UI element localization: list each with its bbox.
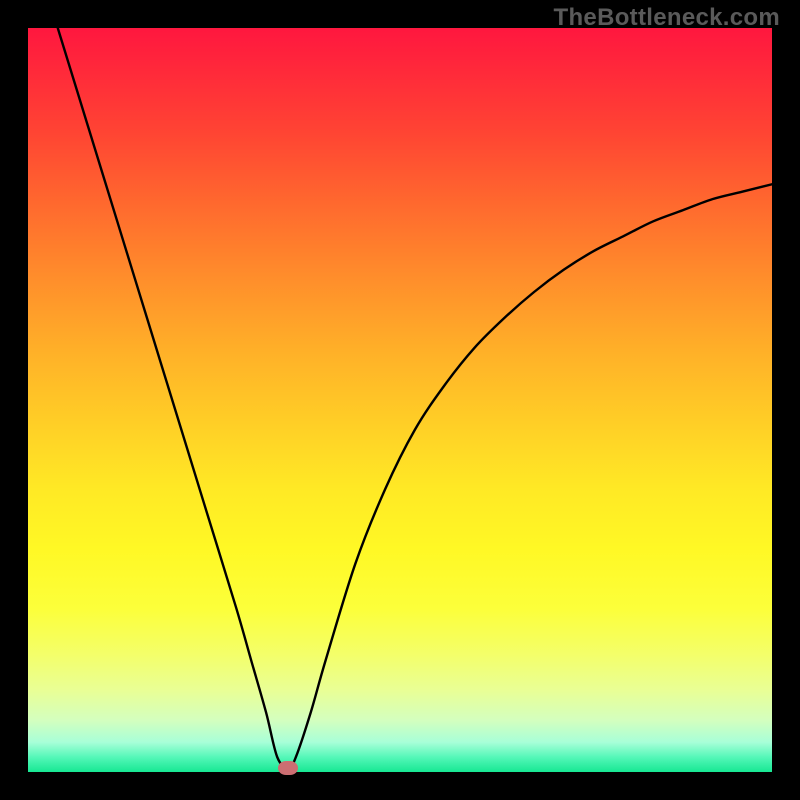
plot-area <box>28 28 772 772</box>
optimum-point <box>278 761 298 775</box>
gradient-background <box>28 28 772 772</box>
chart-frame: TheBottleneck.com <box>0 0 800 800</box>
